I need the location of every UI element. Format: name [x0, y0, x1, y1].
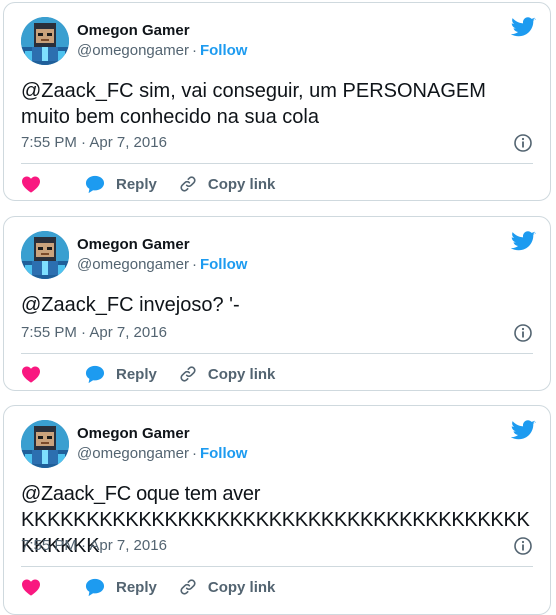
info-icon[interactable]	[513, 323, 533, 343]
info-icon[interactable]	[513, 133, 533, 153]
divider	[21, 163, 533, 164]
tweet-card: Omegon Gamer @omegongamer · Follow @Zaack_…	[3, 216, 551, 391]
divider	[21, 566, 533, 567]
link-icon	[180, 176, 196, 192]
follow-button[interactable]: Follow	[200, 445, 248, 462]
separator: ·	[191, 42, 197, 59]
author-handle-row: @omegongamer · Follow	[77, 445, 247, 463]
tweet-timestamp[interactable]: 7:55 PM · Apr 7, 2016	[21, 134, 167, 152]
avatar[interactable]	[21, 17, 69, 65]
tweet-actions: Reply Copy link	[21, 363, 297, 385]
author-handle[interactable]: @omegongamer	[77, 445, 189, 462]
follow-button[interactable]: Follow	[200, 42, 248, 59]
reply-button[interactable]: Reply	[85, 365, 157, 384]
twitter-bird-icon[interactable]	[511, 17, 536, 38]
divider	[21, 353, 533, 354]
reply-label: Reply	[116, 365, 157, 383]
tweet-actions: Reply Copy link	[21, 576, 297, 598]
copy-link-button[interactable]: Copy link	[179, 175, 276, 193]
copy-link-label: Copy link	[207, 175, 276, 193]
speech-bubble-icon	[85, 175, 105, 193]
tweet-text: @Zaack_FC sim, vai conseguir, um PERSONA…	[21, 80, 492, 128]
twitter-bird-icon[interactable]	[511, 231, 536, 252]
speech-bubble-icon	[85, 578, 105, 596]
author-name[interactable]: Omegon Gamer	[77, 236, 190, 254]
avatar[interactable]	[21, 420, 69, 468]
speech-bubble-icon	[85, 365, 105, 383]
tweet-timestamp[interactable]: 7:55 PM · Apr 7, 2016	[21, 324, 167, 342]
copy-link-label: Copy link	[207, 578, 276, 596]
separator: ·	[191, 256, 197, 273]
separator: ·	[191, 445, 197, 462]
author-handle-row: @omegongamer · Follow	[77, 42, 247, 60]
info-icon[interactable]	[513, 536, 533, 556]
author-name[interactable]: Omegon Gamer	[77, 22, 190, 40]
heart-icon	[22, 176, 40, 193]
link-icon	[180, 579, 196, 595]
link-icon	[180, 366, 196, 382]
tweet-text: @Zaack_FC invejoso? '-	[21, 294, 240, 316]
avatar[interactable]	[21, 231, 69, 279]
author-handle[interactable]: @omegongamer	[77, 256, 189, 273]
copy-link-button[interactable]: Copy link	[179, 365, 276, 383]
author-name[interactable]: Omegon Gamer	[77, 425, 190, 443]
like-button[interactable]	[21, 365, 41, 383]
like-button[interactable]	[21, 175, 41, 193]
author-handle-row: @omegongamer · Follow	[77, 256, 247, 274]
like-button[interactable]	[21, 578, 41, 596]
reply-button[interactable]: Reply	[85, 578, 157, 597]
author-handle[interactable]: @omegongamer	[77, 42, 189, 59]
tweet-card: Omegon Gamer @omegongamer · Follow @Zaack_…	[3, 2, 551, 201]
copy-link-label: Copy link	[207, 365, 276, 383]
reply-label: Reply	[116, 578, 157, 596]
heart-icon	[22, 366, 40, 383]
heart-icon	[22, 579, 40, 596]
reply-label: Reply	[116, 175, 157, 193]
tweet-actions: Reply Copy link	[21, 173, 297, 195]
twitter-bird-icon[interactable]	[511, 420, 536, 441]
tweet-timestamp[interactable]: 7:55 PM · Apr 7, 2016	[21, 537, 167, 555]
tweet-card: Omegon Gamer @omegongamer · Follow @Zaack_…	[3, 405, 551, 615]
follow-button[interactable]: Follow	[200, 256, 248, 273]
reply-button[interactable]: Reply	[85, 175, 157, 194]
copy-link-button[interactable]: Copy link	[179, 578, 276, 596]
